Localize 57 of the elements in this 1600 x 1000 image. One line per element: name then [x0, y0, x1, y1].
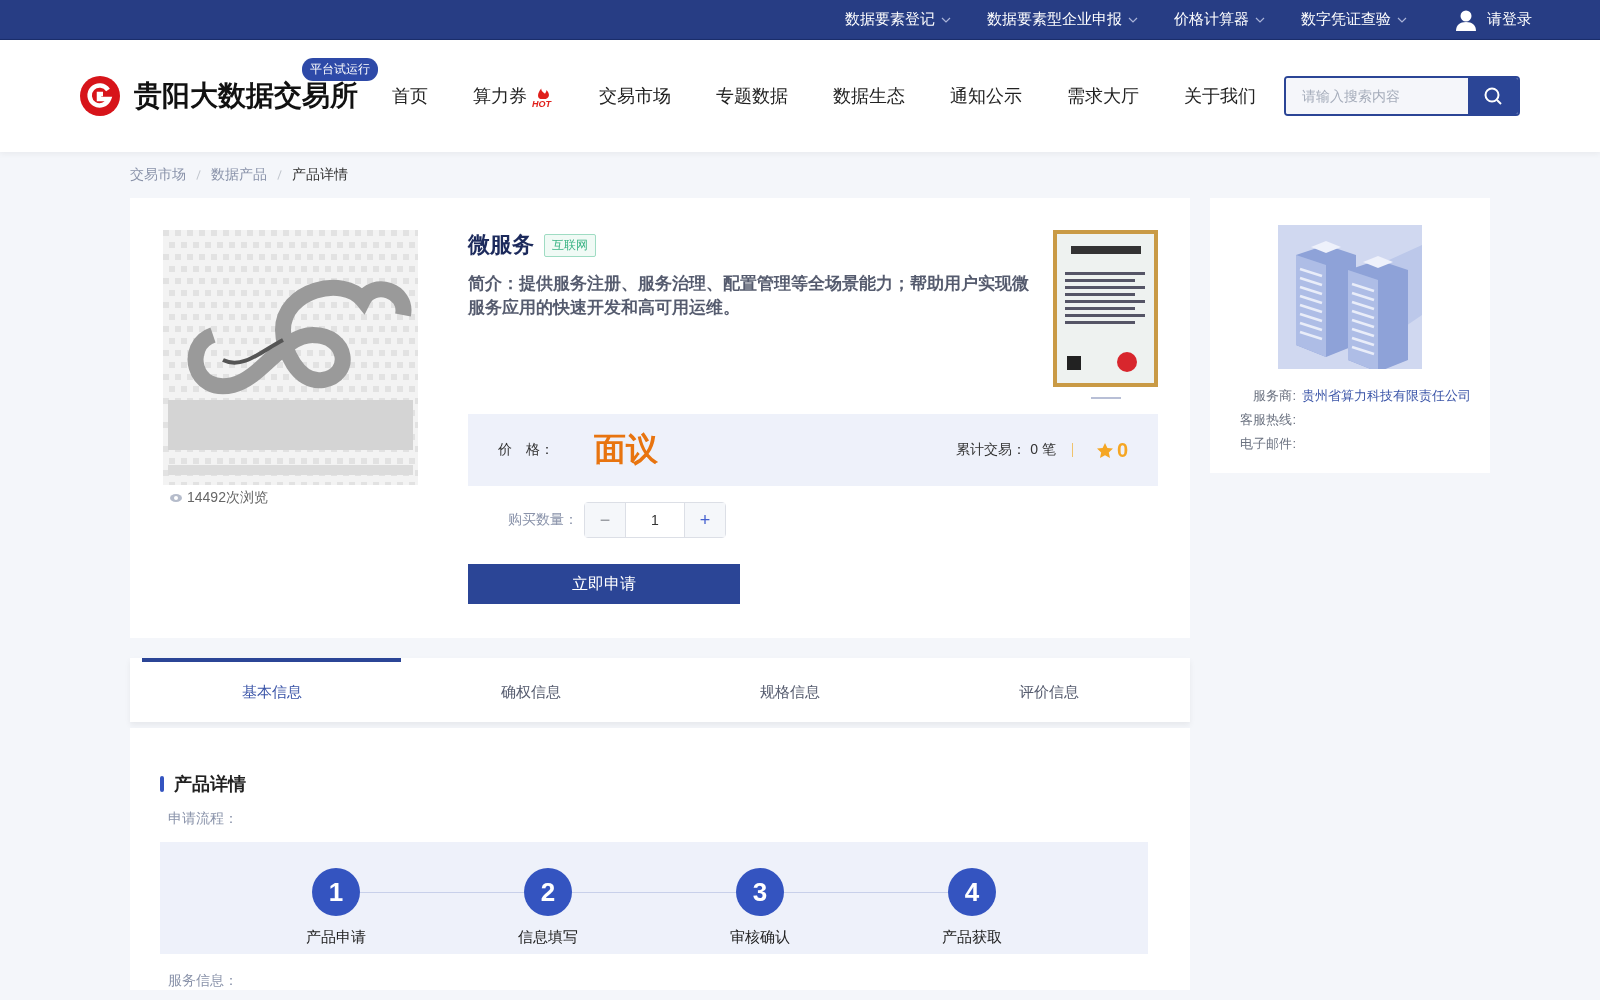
rating-value: 0: [1116, 438, 1128, 462]
step-number: 1: [312, 868, 360, 916]
step-label: 审核确认: [730, 928, 790, 947]
user-icon: [1455, 8, 1477, 31]
section-title: 产品详情: [174, 773, 246, 796]
top-menu-link[interactable]: 数据要素型企业申报: [987, 10, 1122, 29]
price-value: 面议: [594, 430, 658, 469]
nav-link[interactable]: 通知公示: [950, 84, 1022, 108]
field-label: 服务商:: [1252, 387, 1296, 405]
chevron-down-icon: [1128, 16, 1138, 23]
quantity-label: 购买数量：: [508, 511, 578, 529]
product-intro: 简介：提供服务注册、服务治理、配置管理等全场景能力；帮助用户实现微服务应用的快速开发和高可用运维。: [468, 273, 1030, 319]
step-number: 2: [524, 868, 572, 916]
nav-link[interactable]: 首页: [392, 84, 428, 108]
field-value: 贵州省算力科技有限责任公司: [1302, 387, 1472, 405]
quantity-stepper[interactable]: − 1 +: [584, 502, 726, 538]
nav-link[interactable]: 数据生态: [833, 84, 905, 108]
search-field[interactable]: 请输入搜索内容: [1284, 76, 1520, 116]
step-label: 产品申请: [306, 928, 366, 947]
nav-link[interactable]: 需求大厅: [1067, 84, 1139, 108]
price-label: 价 格：: [498, 441, 555, 459]
step-number: 4: [948, 868, 996, 916]
star-icon: [1096, 442, 1113, 458]
nav-link[interactable]: 交易市场: [599, 84, 671, 108]
nav-link[interactable]: 算力券 HOT: [473, 84, 554, 108]
category-tag: 互联网: [544, 233, 596, 257]
apply-button[interactable]: 立即申请: [468, 564, 740, 604]
increment-button[interactable]: +: [685, 503, 725, 537]
chevron-down-icon: [1255, 16, 1265, 23]
field-label: 客服热线:: [1239, 411, 1296, 429]
logo-icon: [80, 76, 120, 116]
step-label: 产品获取: [942, 928, 1002, 947]
hot-label: HOT: [532, 100, 551, 110]
chevron-down-icon: [1397, 16, 1407, 23]
tab[interactable]: 基本信息: [142, 658, 401, 722]
step-number: 3: [736, 868, 784, 916]
nav-link[interactable]: 关于我们: [1184, 84, 1256, 108]
search-button[interactable]: [1468, 78, 1518, 114]
top-menu-link[interactable]: 数据要素登记: [845, 10, 935, 29]
field-label: 电子邮件:: [1239, 435, 1296, 453]
section-label: 服务信息：: [168, 972, 239, 990]
search-icon: [1484, 87, 1502, 105]
top-menu-link[interactable]: 价格计算器: [1174, 10, 1249, 29]
trade-count: 累计交易： 0 笔: [956, 441, 1056, 459]
tab[interactable]: 评价信息: [919, 658, 1178, 722]
tab[interactable]: 确权信息: [401, 658, 660, 722]
status-badge: 平台试运行: [302, 58, 378, 81]
flow-label: 申请流程：: [168, 810, 239, 828]
nav-link[interactable]: 专题数据: [716, 84, 788, 108]
login-link[interactable]: 请登录: [1487, 10, 1532, 29]
top-menu-link[interactable]: 数字凭证查验: [1301, 10, 1391, 29]
step-label: 信息填写: [518, 928, 578, 947]
eye-icon: [170, 494, 182, 502]
view-count: 14492次浏览: [187, 489, 268, 507]
tab[interactable]: 规格信息: [660, 658, 919, 722]
product-title: 微服务: [468, 231, 534, 259]
chevron-down-icon: [941, 16, 951, 23]
